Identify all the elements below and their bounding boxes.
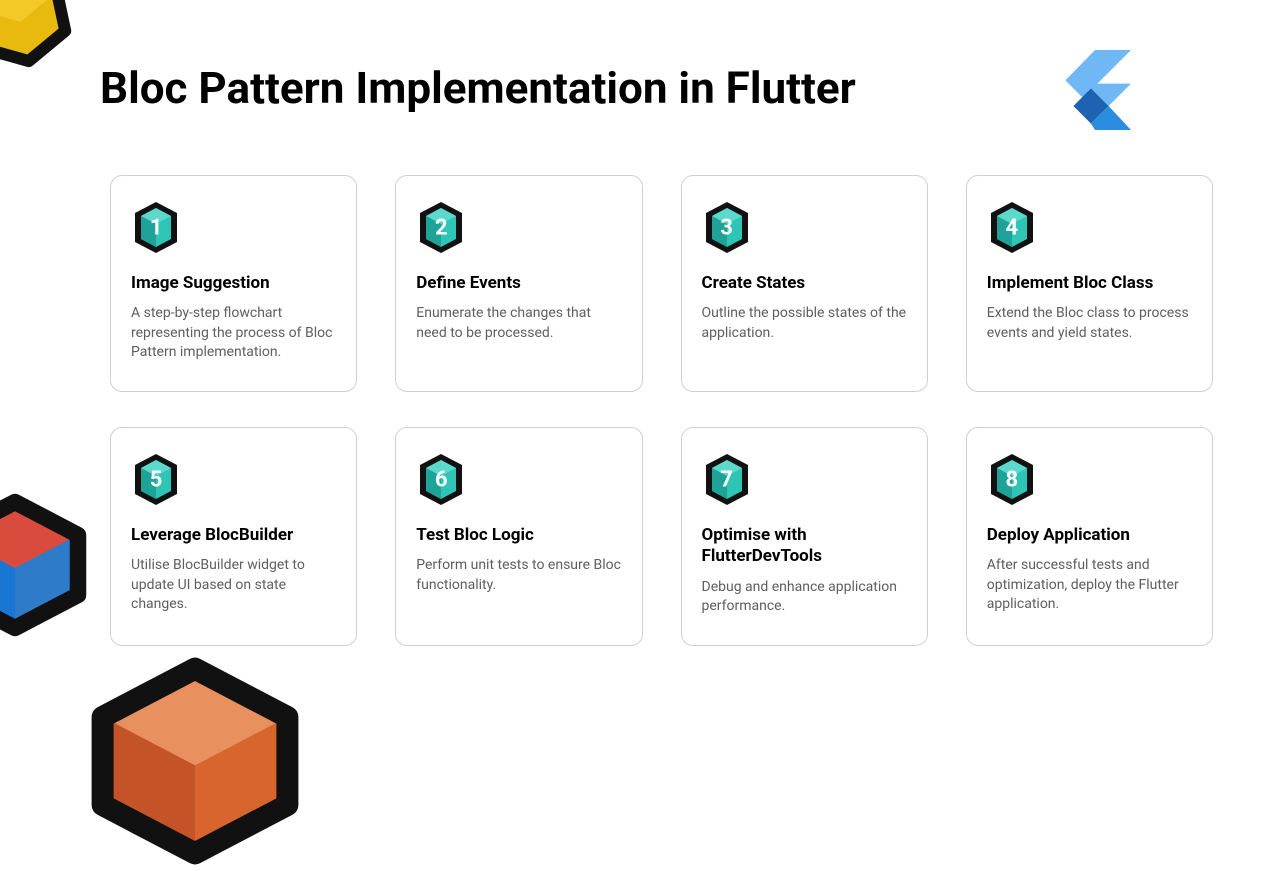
step-number: 1 bbox=[150, 215, 163, 240]
card-title: Image Suggestion bbox=[131, 273, 336, 294]
step-card: 8 Deploy Application After successful te… bbox=[966, 427, 1213, 646]
hexagon-badge-icon: 8 bbox=[987, 452, 1037, 507]
hexagon-badge-icon: 7 bbox=[702, 452, 752, 507]
card-description: After successful tests and optimization,… bbox=[987, 556, 1192, 615]
step-number: 7 bbox=[720, 467, 733, 492]
step-card: 4 Implement Bloc Class Extend the Bloc c… bbox=[966, 175, 1213, 392]
cards-grid: 1 Image Suggestion A step-by-step flowch… bbox=[110, 175, 1213, 646]
hexagon-badge-icon: 1 bbox=[131, 200, 181, 255]
hexagon-badge-icon: 6 bbox=[416, 452, 466, 507]
step-card: 3 Create States Outline the possible sta… bbox=[681, 175, 928, 392]
card-description: Utilise BlocBuilder widget to update UI … bbox=[131, 556, 336, 615]
card-description: Enumerate the changes that need to be pr… bbox=[416, 304, 621, 343]
step-number: 3 bbox=[720, 215, 733, 240]
card-title: Optimise with FlutterDevTools bbox=[702, 525, 907, 568]
card-title: Test Bloc Logic bbox=[416, 525, 621, 546]
hexagon-badge-icon: 3 bbox=[702, 200, 752, 255]
card-title: Define Events bbox=[416, 273, 621, 294]
card-description: Debug and enhance application performanc… bbox=[702, 578, 907, 617]
card-title: Leverage BlocBuilder bbox=[131, 525, 336, 546]
step-card: 5 Leverage BlocBuilder Utilise BlocBuild… bbox=[110, 427, 357, 646]
decorative-cube-topleft bbox=[0, 0, 89, 81]
step-card: 6 Test Bloc Logic Perform unit tests to … bbox=[395, 427, 642, 646]
decorative-cube-left bbox=[0, 490, 90, 640]
flutter-logo-icon bbox=[1051, 50, 1131, 130]
card-description: Outline the possible states of the appli… bbox=[702, 304, 907, 343]
page-title: Bloc Pattern Implementation in Flutter bbox=[100, 62, 856, 114]
card-title: Implement Bloc Class bbox=[987, 273, 1192, 294]
card-title: Deploy Application bbox=[987, 525, 1192, 546]
step-number: 2 bbox=[435, 215, 448, 240]
step-number: 8 bbox=[1005, 467, 1018, 492]
step-number: 6 bbox=[435, 467, 448, 492]
hexagon-badge-icon: 5 bbox=[131, 452, 181, 507]
card-description: A step-by-step flowchart representing th… bbox=[131, 304, 336, 363]
card-title: Create States bbox=[702, 273, 907, 294]
decorative-cube-bottom bbox=[80, 651, 310, 871]
step-card: 7 Optimise with FlutterDevTools Debug an… bbox=[681, 427, 928, 646]
card-description: Extend the Bloc class to process events … bbox=[987, 304, 1192, 343]
step-card: 2 Define Events Enumerate the changes th… bbox=[395, 175, 642, 392]
hexagon-badge-icon: 2 bbox=[416, 200, 466, 255]
step-number: 5 bbox=[150, 467, 163, 492]
step-number: 4 bbox=[1005, 215, 1018, 240]
card-description: Perform unit tests to ensure Bloc functi… bbox=[416, 556, 621, 595]
hexagon-badge-icon: 4 bbox=[987, 200, 1037, 255]
step-card: 1 Image Suggestion A step-by-step flowch… bbox=[110, 175, 357, 392]
